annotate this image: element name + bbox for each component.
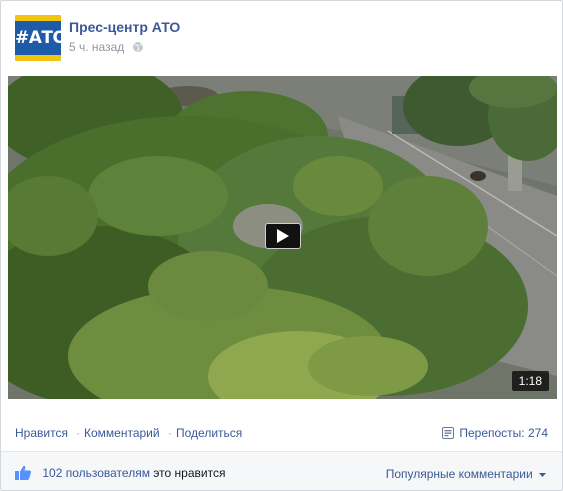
thumbs-up-icon	[15, 465, 31, 483]
share-link[interactable]: Поделиться	[176, 426, 242, 440]
chevron-down-icon	[539, 466, 546, 480]
shares-count-link[interactable]: Перепосты: 274	[442, 426, 548, 442]
post-card: #АТО Прес-центр АТО 5 ч. назад	[0, 0, 563, 491]
likes-count-link[interactable]: 102 пользователям	[42, 466, 150, 480]
comment-link[interactable]: Комментарий	[84, 426, 160, 440]
action-separator: ·	[76, 426, 80, 440]
globe-icon[interactable]	[132, 41, 144, 56]
post-meta: 5 ч. назад	[69, 40, 144, 56]
post-actions-bar: Нравится · Комментарий · Поделиться Пере…	[1, 415, 562, 451]
action-separator: ·	[168, 426, 172, 440]
comments-sort-dropdown[interactable]: Популярные комментарии	[386, 466, 546, 481]
page-name-link[interactable]: Прес-центр АТО	[69, 19, 180, 35]
post-timestamp[interactable]: 5 ч. назад	[69, 40, 124, 54]
video-duration-badge: 1:18	[511, 371, 549, 391]
likes-suffix-text: это нравится	[153, 466, 226, 480]
avatar-logo-text: #АТО	[15, 28, 61, 48]
avatar-stripe-bottom	[15, 55, 61, 61]
play-button[interactable]	[265, 223, 301, 249]
shares-count-label: Перепосты: 274	[459, 426, 548, 440]
page-avatar[interactable]: #АТО	[15, 15, 61, 61]
play-icon	[277, 229, 289, 243]
avatar-stripe-top	[15, 15, 61, 21]
likes-summary: 102 пользователям это нравится	[15, 465, 225, 483]
comments-sort-label: Популярные комментарии	[385, 467, 533, 481]
video-player[interactable]: 1:18	[8, 76, 557, 399]
share-icon	[442, 427, 455, 442]
like-link[interactable]: Нравится	[15, 426, 68, 440]
post-footer: 102 пользователям это нравится Популярны…	[1, 452, 562, 490]
post-header: #АТО Прес-центр АТО 5 ч. назад	[13, 13, 543, 61]
